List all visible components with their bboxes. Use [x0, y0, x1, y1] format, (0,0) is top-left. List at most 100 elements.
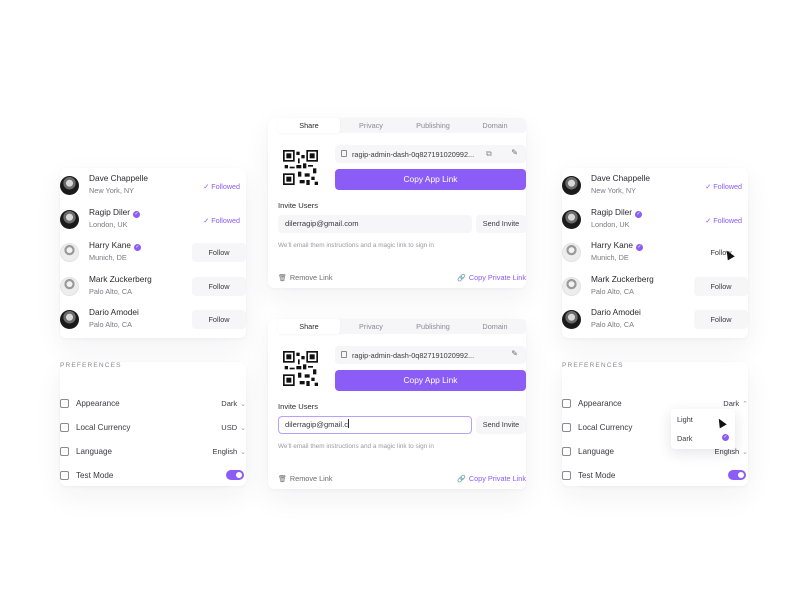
app-url-field[interactable]: ragip-admin-dash-0q827191020992... ⧉ ✎: [335, 145, 526, 163]
language-select[interactable]: English ⌄: [213, 447, 246, 456]
avatar: [562, 209, 581, 229]
followed-button[interactable]: ✓ Followed: [705, 216, 742, 225]
person-location: London, UK: [89, 219, 128, 229]
edit-icon[interactable]: ✎: [511, 349, 518, 358]
pref-row-appearance[interactable]: Appearance Dark ⌄: [60, 397, 246, 411]
invite-email-input[interactable]: dilerragip@gmail.com: [278, 215, 472, 233]
currency-select[interactable]: USD ⌄: [221, 423, 246, 432]
person-location: New York, NY: [591, 186, 637, 195]
list-item: Harry Kane ✓ Munich, DE Follow: [60, 235, 246, 269]
followed-button[interactable]: ✓ Followed: [203, 216, 240, 225]
currency-icon: [60, 423, 69, 432]
verified-badge-icon: ✓: [635, 244, 643, 252]
person-name: Dave Chappelle: [89, 173, 149, 183]
dropdown-option-light[interactable]: Light: [677, 415, 693, 424]
chevron-down-icon: ⌄: [240, 401, 246, 408]
person-name: Mark Zuckerberg: [89, 273, 152, 284]
avatar: [60, 176, 79, 195]
person-location: Palo Alto, CA: [89, 286, 132, 296]
followed-label: Followed: [713, 215, 742, 225]
pref-label: Appearance: [578, 399, 622, 408]
list-item: Ragip Diler ✓ London, UK ✓ Followed: [562, 202, 748, 236]
test-mode-toggle[interactable]: [728, 470, 746, 480]
list-item: Dave Chappelle New York, NY ✓ Followed: [60, 168, 246, 202]
chevron-down-icon: ⌄: [240, 425, 246, 432]
tab-privacy[interactable]: Privacy: [340, 319, 402, 334]
email-value: dilerragip@gmail.c: [285, 420, 348, 429]
test-mode-icon: [562, 471, 571, 480]
tab-domain[interactable]: Domain: [464, 319, 526, 334]
person-location: Munich, DE: [591, 253, 629, 263]
invite-users-label: Invite Users: [278, 201, 319, 210]
copy-private-link-button[interactable]: 🔗 Copy Private Link: [457, 474, 526, 483]
follow-button[interactable]: Follow: [192, 243, 246, 263]
follow-button[interactable]: Follow: [694, 276, 748, 296]
person-location: London, UK: [591, 219, 630, 229]
pref-label: Local Currency: [76, 423, 131, 432]
person-name: Harry Kane: [591, 240, 633, 251]
test-mode-toggle[interactable]: [226, 470, 244, 480]
pref-label: Test Mode: [76, 471, 114, 480]
list-item: Dave Chappelle New York, NY ✓ Followed: [562, 168, 748, 202]
follow-button[interactable]: Follow: [192, 276, 246, 296]
send-invite-button[interactable]: Send Invite: [476, 416, 526, 434]
verified-badge-icon: ✓: [133, 244, 141, 252]
appearance-select[interactable]: Dark ⌃: [723, 399, 748, 408]
language-icon: [60, 447, 69, 456]
invite-hint: We'll email them instructions and a magi…: [278, 242, 434, 249]
person-location: Munich, DE: [89, 253, 127, 263]
pref-row-language[interactable]: Language English ⌄: [60, 445, 246, 459]
preferences-panel-left: PREFERENCES Appearance Dark ⌄ Local Curre…: [60, 362, 246, 486]
person-name: Ragip Diler: [89, 206, 131, 217]
tab-share[interactable]: Share: [278, 118, 340, 133]
avatar: [60, 209, 79, 229]
invite-email-input[interactable]: dilerragip@gmail.c: [278, 416, 472, 434]
followed-button[interactable]: ✓ Followed: [203, 182, 240, 191]
pref-label: Language: [578, 447, 615, 456]
people-list-left: Dave Chappelle New York, NY ✓ Followed R…: [60, 168, 246, 338]
followed-button[interactable]: ✓ Followed: [705, 182, 742, 191]
avatar: [60, 310, 79, 330]
pref-label: Language: [76, 447, 113, 456]
tab-share[interactable]: Share: [278, 319, 340, 334]
share-card-top: Share Privacy Publishing Domain ragip-ad…: [268, 118, 526, 288]
check-icon: ✓: [722, 434, 729, 441]
send-invite-button[interactable]: Send Invite: [476, 215, 526, 233]
follow-button[interactable]: Follow: [694, 243, 748, 263]
dropdown-option-dark[interactable]: Dark: [677, 434, 692, 443]
copy-app-link-button[interactable]: Copy App Link: [335, 169, 526, 190]
tab-domain[interactable]: Domain: [464, 118, 526, 133]
pref-row-test-mode: Test Mode: [60, 469, 246, 483]
people-list-right: Dave Chappelle New York, NY ✓ Followed R…: [562, 168, 748, 338]
external-link-icon[interactable]: ⧉: [486, 149, 492, 159]
followed-label: Followed: [211, 215, 240, 225]
edit-icon[interactable]: ✎: [511, 148, 518, 157]
copy-private-link-label: Copy Private Link: [468, 474, 526, 483]
copy-private-link-button[interactable]: 🔗 Copy Private Link: [457, 273, 526, 282]
tab-publishing[interactable]: Publishing: [402, 118, 464, 133]
tab-privacy[interactable]: Privacy: [340, 118, 402, 133]
follow-button[interactable]: Follow: [192, 310, 246, 330]
invite-hint: We'll email them instructions and a magi…: [278, 443, 434, 450]
pref-value: Dark: [221, 399, 238, 408]
list-item: Mark Zuckerberg Palo Alto, CA Follow: [562, 269, 748, 303]
copy-app-link-button[interactable]: Copy App Link: [335, 370, 526, 391]
appearance-dropdown: Light Dark ✓: [671, 409, 735, 449]
preferences-title: PREFERENCES: [562, 362, 624, 369]
test-mode-icon: [60, 471, 69, 480]
follow-button[interactable]: Follow: [694, 310, 748, 330]
avatar: [562, 310, 581, 330]
language-icon: [562, 447, 571, 456]
remove-link-button[interactable]: 🗑 Remove Link: [278, 273, 332, 282]
avatar: [562, 276, 581, 296]
appearance-select[interactable]: Dark ⌄: [221, 399, 246, 408]
list-item: Dario Amodei Palo Alto, CA Follow: [60, 302, 246, 336]
trash-icon: 🗑: [278, 476, 287, 483]
tab-publishing[interactable]: Publishing: [402, 319, 464, 334]
pref-row-currency[interactable]: Local Currency USD ⌄: [60, 421, 246, 435]
pref-value: English: [212, 447, 238, 456]
remove-link-button[interactable]: 🗑 Remove Link: [278, 474, 332, 483]
app-url-field[interactable]: ragip-admin-dash-0q827191020992... ✎: [335, 346, 526, 364]
chevron-down-icon: ⌄: [240, 449, 246, 456]
person-name: Harry Kane: [89, 240, 131, 251]
